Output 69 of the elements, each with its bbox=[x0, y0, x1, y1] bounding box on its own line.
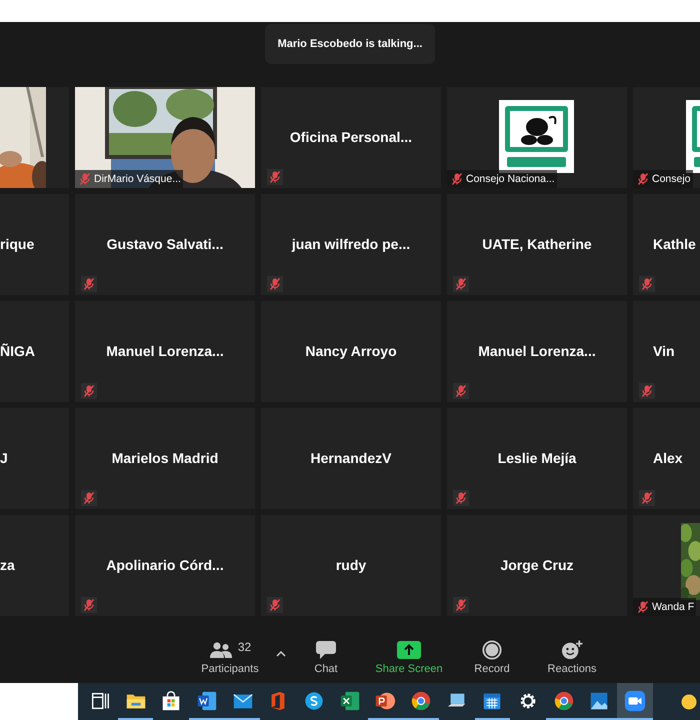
shopping-bag-icon bbox=[160, 690, 182, 712]
video-tile[interactable]: Nancy Arroyo bbox=[261, 301, 441, 402]
video-tile[interactable]: Leslie Mejía bbox=[447, 408, 627, 509]
participant-name: rudy bbox=[336, 556, 366, 572]
participant-name: Jorge Cruz bbox=[500, 556, 574, 572]
video-tile[interactable]: Oficina Personal... bbox=[261, 87, 441, 188]
video-tile[interactable]: Kathle bbox=[633, 194, 700, 295]
participant-name: Apolinario Córd... bbox=[106, 556, 224, 572]
document-icon bbox=[196, 690, 218, 712]
video-tile[interactable]: Marielos Madrid bbox=[75, 408, 255, 509]
video-tile[interactable]: DirMario Vásque... bbox=[75, 87, 255, 188]
participant-name: Vin bbox=[653, 342, 675, 358]
participant-name: DirMario Vásque... bbox=[94, 173, 181, 185]
video-tile[interactable] bbox=[0, 87, 69, 188]
taskbar-button[interactable] bbox=[617, 683, 653, 720]
chat-button[interactable]: Chat bbox=[296, 635, 356, 681]
video-tile[interactable]: J bbox=[0, 408, 69, 509]
people-icon bbox=[208, 640, 233, 660]
video-tile[interactable]: Wanda F bbox=[633, 515, 700, 616]
participant-name: Leslie Mejía bbox=[498, 450, 576, 466]
video-camera-icon bbox=[624, 690, 646, 712]
video-tile[interactable]: rudy bbox=[261, 515, 441, 616]
participant-name: Marielos Madrid bbox=[112, 450, 218, 466]
participant-name: Manuel Lorenza... bbox=[106, 342, 224, 358]
participant-name: Wanda F bbox=[652, 601, 694, 613]
participants-button[interactable]: 32 Participants bbox=[192, 635, 268, 681]
video-tile[interactable]: Vin bbox=[633, 301, 700, 402]
record-icon bbox=[482, 640, 502, 660]
spreadsheet-icon bbox=[338, 690, 361, 712]
participant-name: Manuel Lorenza... bbox=[478, 342, 596, 358]
video-tile[interactable]: ÑIGA bbox=[0, 301, 69, 402]
participant-name: Alex bbox=[653, 450, 683, 466]
participant-name: za bbox=[0, 556, 15, 572]
video-tile[interactable]: Manuel Lorenza... bbox=[75, 301, 255, 402]
participant-name: Kathle bbox=[653, 236, 696, 252]
video-tile[interactable]: Manuel Lorenza... bbox=[447, 301, 627, 402]
participant-name: Nancy Arroyo bbox=[305, 342, 397, 358]
participant-name: juan wilfredo pe... bbox=[292, 236, 410, 252]
video-tile[interactable]: juan wilfredo pe... bbox=[261, 194, 441, 295]
video-tile[interactable]: Jorge Cruz bbox=[447, 515, 627, 616]
smiley-icon bbox=[560, 640, 584, 660]
record-button[interactable]: Record bbox=[462, 635, 522, 681]
participant-name: ÑIGA bbox=[0, 342, 35, 358]
video-tile[interactable]: UATE, Katherine bbox=[447, 194, 627, 295]
browser-icon bbox=[410, 690, 432, 712]
share-screen-icon bbox=[397, 640, 421, 660]
video-tile[interactable]: Gustavo Salvati... bbox=[75, 194, 255, 295]
speech-bubble-icon bbox=[315, 640, 337, 660]
share-button[interactable]: Share Screen bbox=[356, 635, 462, 681]
video-tile[interactable]: Consejo Naciona... bbox=[447, 87, 627, 188]
video-tile[interactable]: Consejo bbox=[633, 87, 700, 188]
participant-name: J bbox=[0, 450, 8, 466]
browser-icon bbox=[552, 690, 575, 712]
talking-banner: Mario Escobedo is talking... bbox=[265, 24, 435, 64]
search-field[interactable] bbox=[0, 683, 78, 720]
video-tile[interactable]: HernandezV bbox=[261, 408, 441, 509]
participant-name: HernandezV bbox=[310, 450, 392, 466]
video-tile[interactable]: Alex bbox=[633, 408, 700, 509]
reactions-button[interactable]: Reactions bbox=[528, 635, 616, 681]
participant-name: UATE, Katherine bbox=[482, 236, 592, 252]
participant-name: Consejo Naciona... bbox=[466, 173, 555, 185]
video-tile[interactable]: za bbox=[0, 515, 69, 616]
participant-name: Oficina Personal... bbox=[290, 128, 412, 144]
participant-name: Gustavo Salvati... bbox=[106, 236, 224, 252]
video-tile[interactable]: Apolinario Córd... bbox=[75, 515, 255, 616]
participant-name: rique bbox=[0, 236, 34, 252]
participant-name: Consejo bbox=[652, 173, 691, 185]
sun-icon bbox=[681, 694, 697, 710]
video-tile[interactable]: rique bbox=[0, 194, 69, 295]
